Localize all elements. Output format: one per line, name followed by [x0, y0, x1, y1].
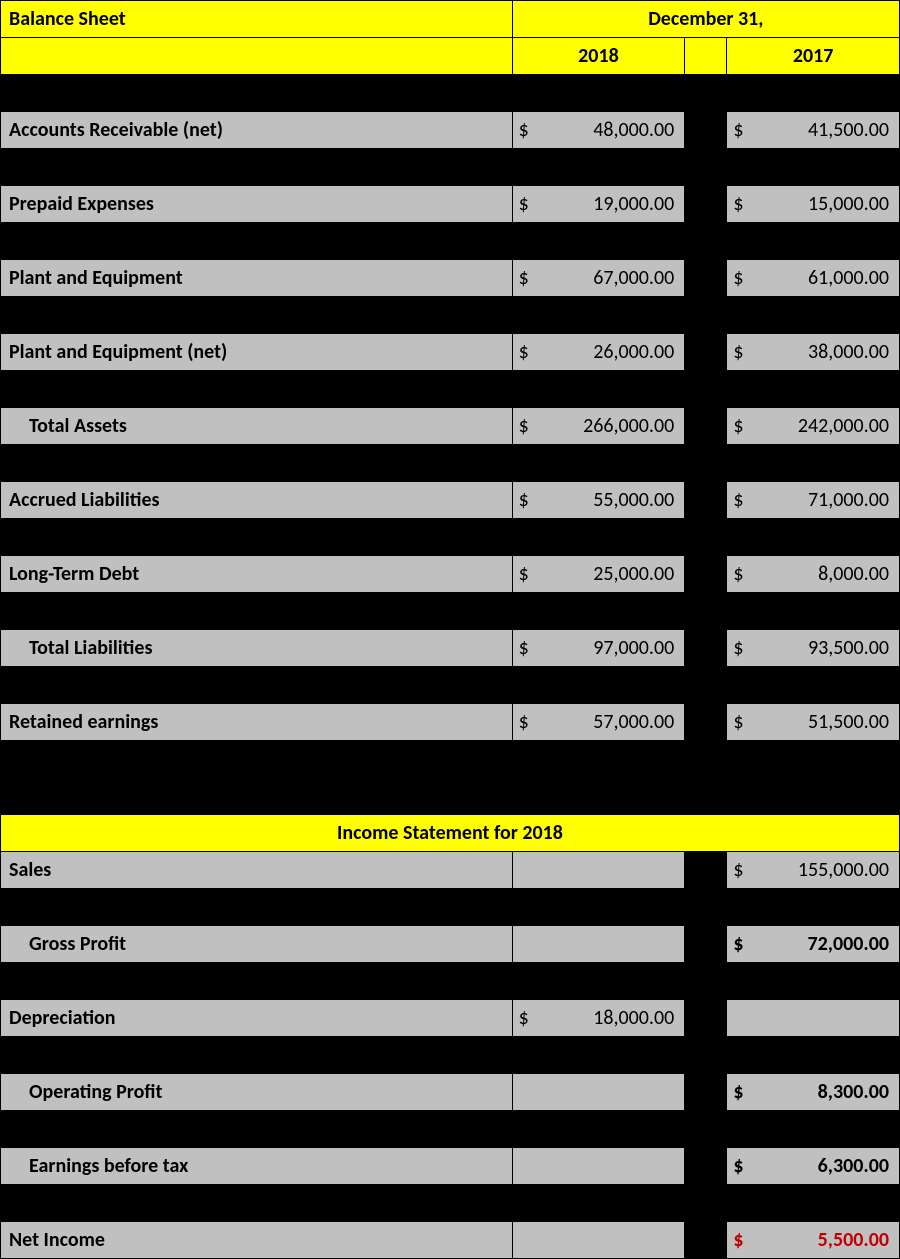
bs-2017-5: 71,000.00	[757, 482, 900, 519]
dollar-icon: $	[727, 186, 757, 223]
income-statement-title: Income Statement for 2018	[1, 815, 900, 852]
is-label-0: Sales	[1, 852, 513, 889]
dollar-icon: $	[727, 112, 757, 149]
dollar-icon: $	[512, 334, 542, 371]
balance-sheet-title: Balance Sheet	[1, 1, 513, 38]
is-label-2: Depreciation	[1, 1000, 513, 1037]
is-label-1: Gross Profit	[1, 926, 513, 963]
bs-label-8: Retained earnings	[1, 704, 513, 741]
dollar-icon: $	[727, 482, 757, 519]
dollar-icon: $	[727, 1074, 757, 1111]
bs-2018-6: 25,000.00	[542, 556, 684, 593]
dollar-icon: $	[512, 630, 542, 667]
is-value-5: 5,500.00	[757, 1222, 900, 1259]
dollar-icon: $	[512, 482, 542, 519]
dollar-icon: $	[727, 630, 757, 667]
dollar-icon: $	[512, 260, 542, 297]
is-label-3: Operating Profit	[1, 1074, 513, 1111]
bs-2018-1: 19,000.00	[542, 186, 684, 223]
year-2017: 2017	[727, 38, 900, 75]
dollar-icon: $	[512, 186, 542, 223]
dollar-icon: $	[727, 926, 757, 963]
bs-2017-2: 61,000.00	[757, 260, 900, 297]
bs-2018-8: 57,000.00	[542, 704, 684, 741]
financial-table: Balance SheetDecember 31,2018 2017 Account…	[0, 0, 900, 1259]
bs-2018-2: 67,000.00	[542, 260, 684, 297]
is-value-4: 6,300.00	[757, 1148, 900, 1185]
bs-2018-3: 26,000.00	[542, 334, 684, 371]
is-value-2: 18,000.00	[542, 1000, 684, 1037]
is-label-5: Net Income	[1, 1222, 513, 1259]
dollar-icon: $	[727, 408, 757, 445]
bs-label-1: Prepaid Expenses	[1, 186, 513, 223]
dollar-icon: $	[512, 408, 542, 445]
bs-2017-6: 8,000.00	[757, 556, 900, 593]
date-header: December 31,	[512, 1, 899, 38]
bs-2017-8: 51,500.00	[757, 704, 900, 741]
dollar-icon: $	[727, 1222, 757, 1259]
dollar-icon: $	[727, 556, 757, 593]
dollar-icon: $	[727, 704, 757, 741]
bs-label-5: Accrued Liabilities	[1, 482, 513, 519]
bs-2018-7: 97,000.00	[542, 630, 684, 667]
bs-2017-7: 93,500.00	[757, 630, 900, 667]
bs-label-7: Total Liabilities	[1, 630, 513, 667]
bs-label-6: Long-Term Debt	[1, 556, 513, 593]
dollar-icon: $	[512, 1000, 542, 1037]
bs-2018-4: 266,000.00	[542, 408, 684, 445]
bs-2018-5: 55,000.00	[542, 482, 684, 519]
dollar-icon: $	[727, 1148, 757, 1185]
is-value-1: 72,000.00	[757, 926, 900, 963]
dollar-icon: $	[727, 260, 757, 297]
year-2018: 2018	[512, 38, 685, 75]
is-label-4: Earnings before tax	[1, 1148, 513, 1185]
dollar-icon: $	[512, 112, 542, 149]
dollar-icon: $	[727, 852, 757, 889]
bs-2018-0: 48,000.00	[542, 112, 684, 149]
bs-2017-4: 242,000.00	[757, 408, 900, 445]
bs-2017-1: 15,000.00	[757, 186, 900, 223]
bs-label-2: Plant and Equipment	[1, 260, 513, 297]
dollar-icon: $	[512, 556, 542, 593]
is-value-3: 8,300.00	[757, 1074, 900, 1111]
is-value-0: 155,000.00	[757, 852, 900, 889]
bs-2017-3: 38,000.00	[757, 334, 900, 371]
bs-label-4: Total Assets	[1, 408, 513, 445]
dollar-icon: $	[512, 704, 542, 741]
bs-label-3: Plant and Equipment (net)	[1, 334, 513, 371]
bs-label-0: Accounts Receivable (net)	[1, 112, 513, 149]
dollar-icon: $	[727, 334, 757, 371]
bs-2017-0: 41,500.00	[757, 112, 900, 149]
